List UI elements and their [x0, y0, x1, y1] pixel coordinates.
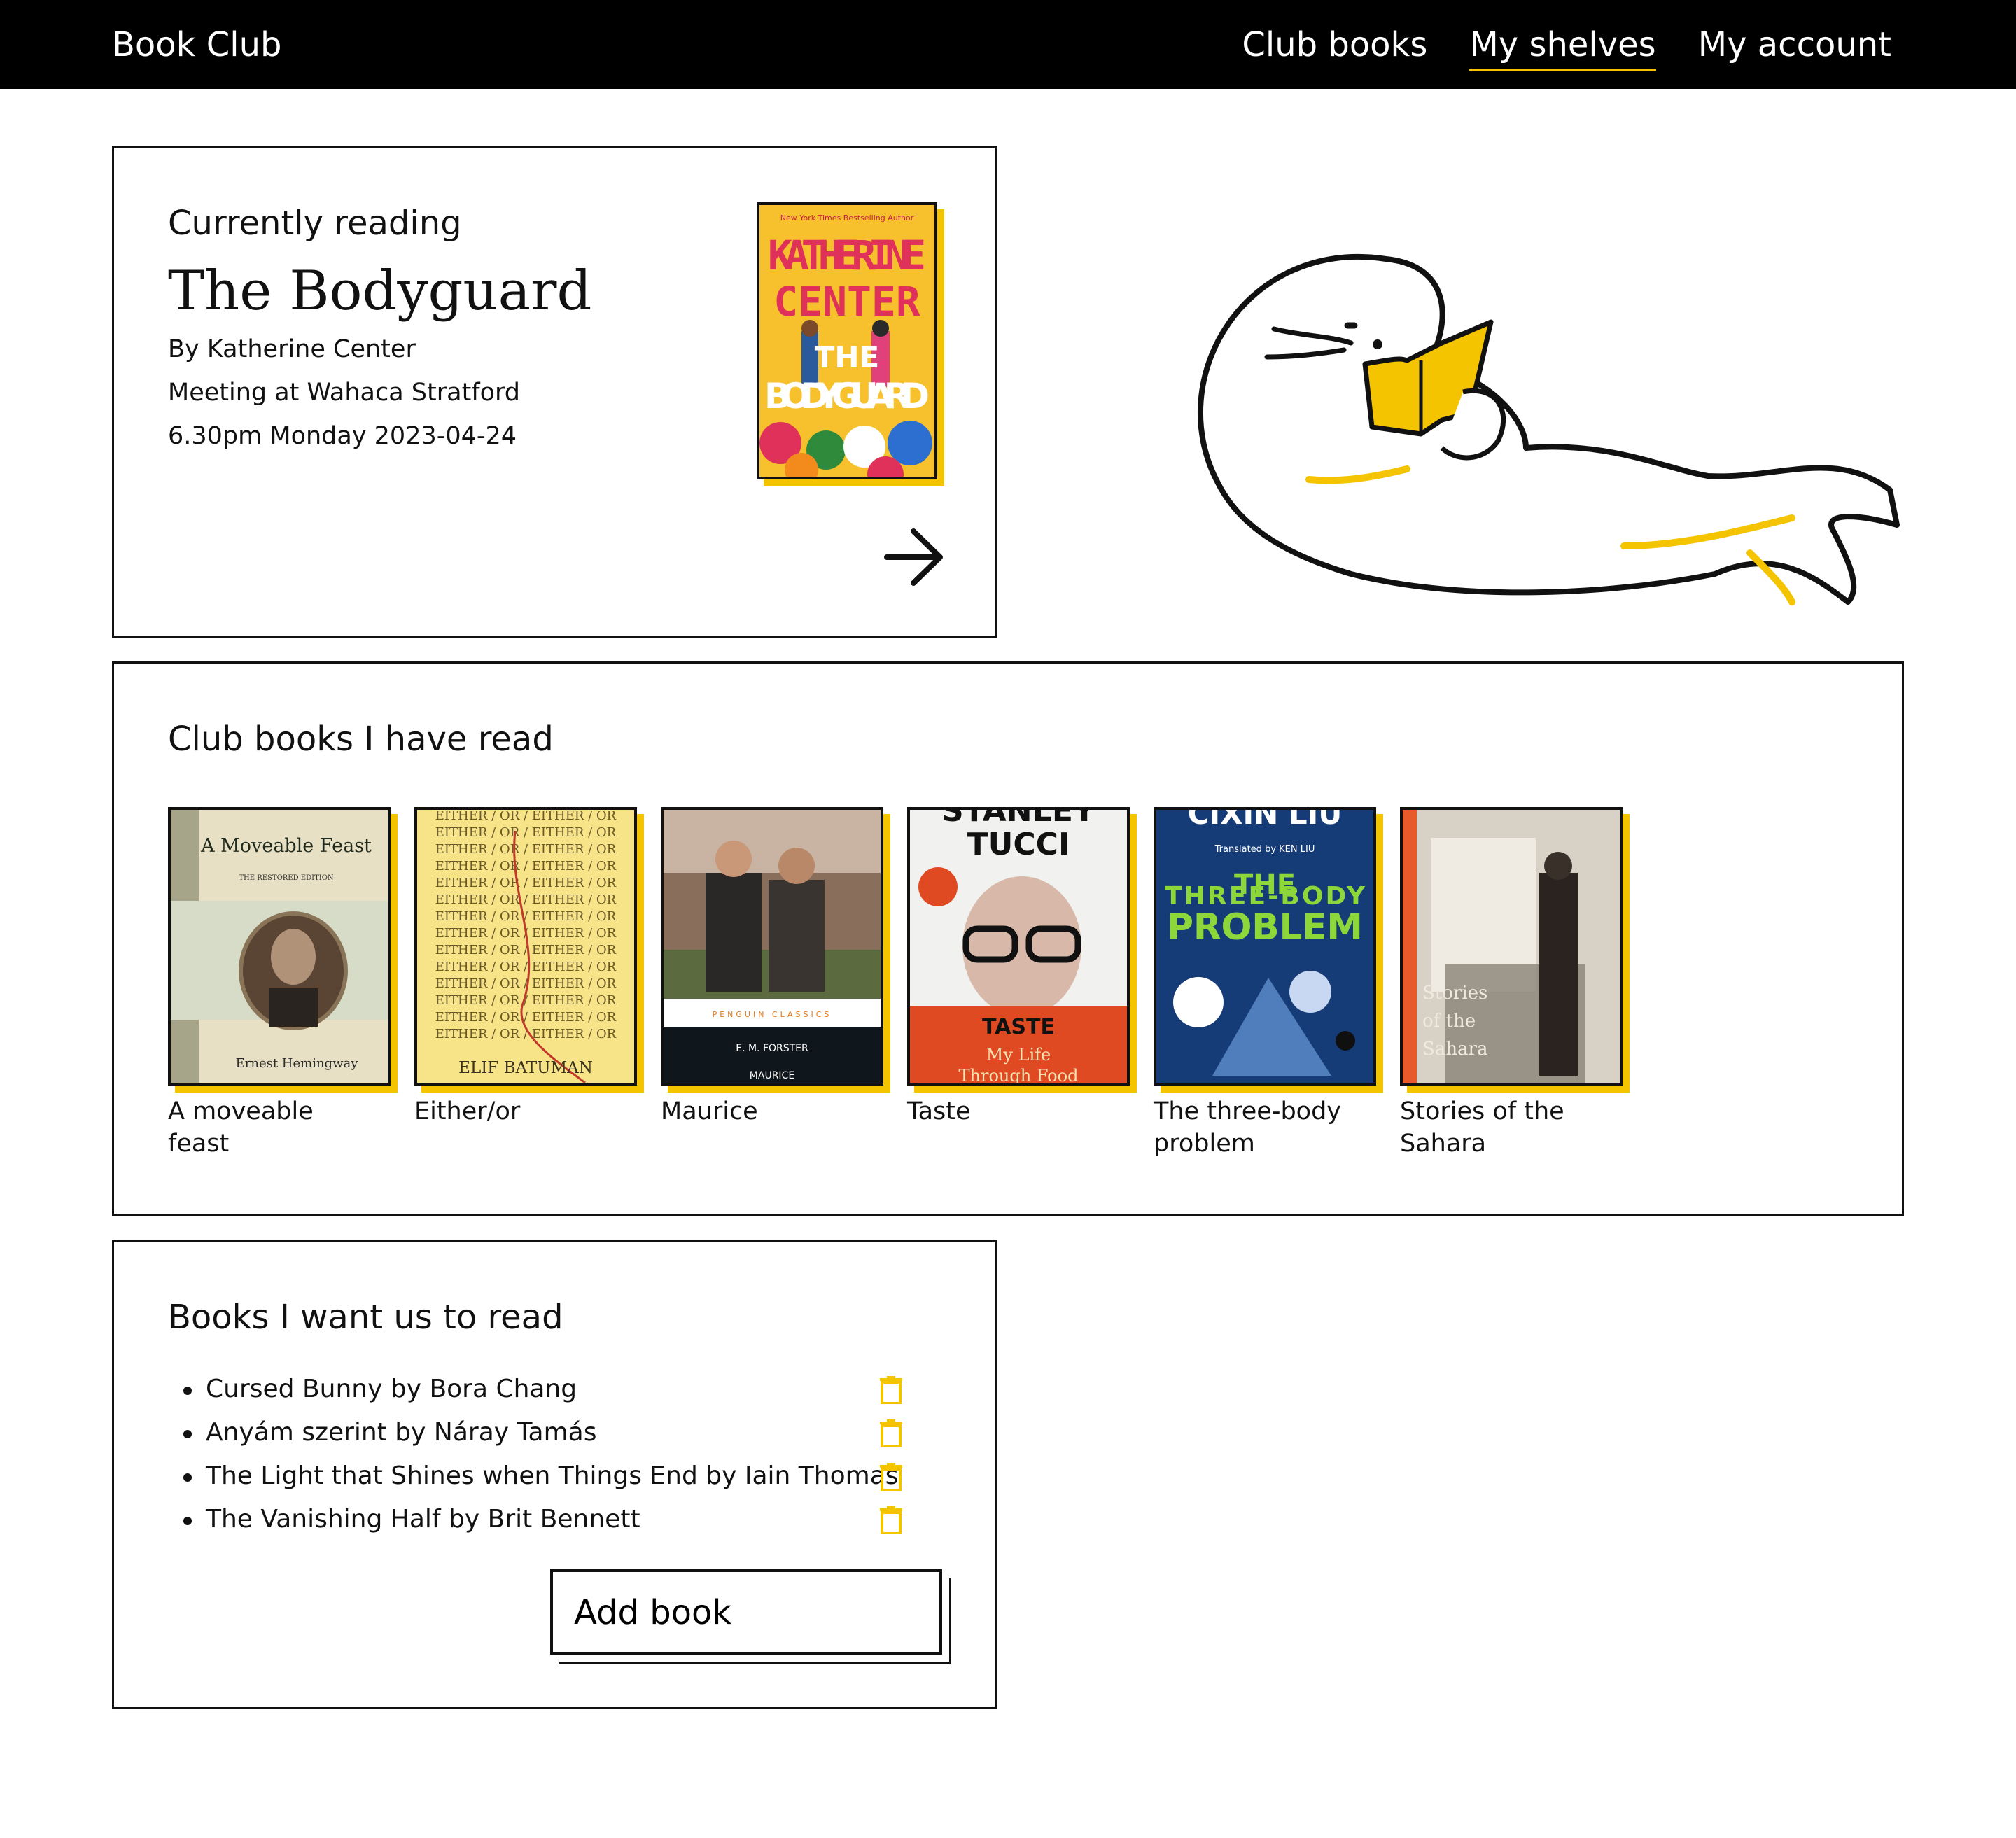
- svg-text:EITHER / OR / EITHER / OR: EITHER / OR / EITHER / OR: [435, 909, 617, 924]
- book-cover-three-body-problem: CIXIN LIU Translated by KEN LIU THE x x …: [1154, 807, 1376, 1086]
- svg-text:KATHERINE: KATHERINE: [768, 232, 926, 279]
- book-caption: Stories of the Sahara: [1400, 1097, 1564, 1158]
- nav-my-shelves[interactable]: My shelves: [1469, 22, 1657, 71]
- book-item[interactable]: Stories of the Sahara Stories of the Sah…: [1400, 807, 1623, 1160]
- svg-text:EITHER / OR / EITHER / OR: EITHER / OR / EITHER / OR: [435, 960, 617, 974]
- svg-text:Stories: Stories: [1422, 983, 1488, 1004]
- svg-text:E. M. FORSTER: E. M. FORSTER: [736, 1043, 808, 1054]
- wishlist-item: Anyám szerint by Náray Tamás: [168, 1411, 952, 1454]
- svg-text:Through Food: Through Food: [959, 1066, 1079, 1083]
- wishlist-item: The Light that Shines when Things End by…: [168, 1454, 952, 1498]
- main-nav: Club books My shelves My account: [1242, 22, 1891, 71]
- svg-text:EITHER / OR / EITHER / OR: EITHER / OR / EITHER / OR: [435, 842, 617, 857]
- svg-text:STANLEY: STANLEY: [941, 810, 1096, 829]
- book-cover-maurice: PENGUIN CLASSICS E. M. FORSTER MAURICE: [661, 807, 883, 1086]
- svg-text:Ernest Hemingway: Ernest Hemingway: [236, 1056, 359, 1071]
- read-books-card: Club books I have read A Moveable Feast …: [112, 661, 1904, 1216]
- book-item[interactable]: CIXIN LIU Translated by KEN LIU THE x x …: [1154, 807, 1376, 1160]
- book-cover-taste: STANLEY TUCCI TASTE My Life Through Food: [907, 807, 1130, 1086]
- currently-reading-heading: Currently reading: [168, 204, 462, 243]
- svg-text:EITHER / OR / EITHER / OR: EITHER / OR / EITHER / OR: [435, 943, 617, 957]
- book-cover-moveable-feast: A Moveable Feast THE RESTORED EDITION Er…: [168, 807, 391, 1086]
- wishlist-heading: Books I want us to read: [168, 1298, 564, 1337]
- svg-text:BODYGUARD: BODYGUARD: [764, 376, 930, 416]
- svg-text:A Moveable Feast: A Moveable Feast: [200, 835, 372, 857]
- seal-reading-illustration: [1198, 254, 1900, 605]
- svg-text:PROBLEM: PROBLEM: [1167, 906, 1363, 948]
- trash-icon[interactable]: [879, 1463, 903, 1491]
- svg-text:EITHER / OR / EITHER / OR: EITHER / OR / EITHER / OR: [435, 825, 617, 840]
- trash-icon[interactable]: [879, 1376, 903, 1404]
- svg-text:TASTE: TASTE: [982, 1015, 1055, 1039]
- wishlist-item-text: Cursed Bunny by Bora Chang: [206, 1375, 578, 1403]
- svg-text:EITHER / OR / EITHER / OR: EITHER / OR / EITHER / OR: [435, 876, 617, 890]
- svg-text:ELIF BATUMAN: ELIF BATUMAN: [458, 1059, 593, 1077]
- book-cover-either-or: EITHER / OR / EITHER / OR EITHER / OR / …: [414, 807, 637, 1086]
- svg-text:My Life: My Life: [986, 1045, 1051, 1065]
- meeting-time: 6.30pm Monday 2023-04-24: [168, 422, 517, 450]
- svg-text:THE: THE: [815, 340, 880, 374]
- svg-text:EITHER / OR / EITHER / OR: EITHER / OR / EITHER / OR: [435, 892, 617, 907]
- book-caption: Taste: [907, 1097, 971, 1125]
- svg-text:CIXIN LIU: CIXIN LIU: [1188, 810, 1343, 831]
- svg-text:TUCCI: TUCCI: [967, 827, 1070, 862]
- svg-text:PENGUIN CLASSICS: PENGUIN CLASSICS: [713, 1010, 832, 1019]
- wishlist: Cursed Bunny by Bora Chang Anyám szerint…: [168, 1368, 952, 1541]
- brand-logo-text[interactable]: Book Club: [112, 22, 281, 67]
- read-books-list: A Moveable Feast THE RESTORED EDITION Er…: [168, 807, 1623, 1160]
- book-item[interactable]: PENGUIN CLASSICS E. M. FORSTER MAURICE M…: [661, 807, 883, 1160]
- book-caption: A moveable feast: [168, 1097, 314, 1158]
- current-book-title: The Bodyguard: [168, 260, 592, 323]
- book-item[interactable]: EITHER / OR / EITHER / OR EITHER / OR / …: [414, 807, 637, 1160]
- book-caption: Maurice: [661, 1097, 758, 1125]
- add-book-button[interactable]: Add book: [550, 1569, 942, 1655]
- meeting-location: Meeting at Wahaca Stratford: [168, 379, 521, 407]
- trash-icon[interactable]: [879, 1506, 903, 1534]
- wishlist-item: The Vanishing Half by Brit Bennett: [168, 1498, 952, 1541]
- book-caption: Either/or: [414, 1097, 521, 1125]
- current-book-cover[interactable]: New York Times Bestselling Author KATHER…: [757, 202, 937, 479]
- wishlist-item: Cursed Bunny by Bora Chang: [168, 1368, 952, 1411]
- current-book-author: By Katherine Center: [168, 335, 416, 363]
- wishlist-item-text: The Vanishing Half by Brit Bennett: [206, 1505, 640, 1534]
- book-cover-stories-of-the-sahara: Stories of the Sahara: [1400, 807, 1623, 1086]
- wishlist-item-text: Anyám szerint by Náray Tamás: [206, 1418, 597, 1447]
- arrow-right-icon[interactable]: [883, 526, 946, 589]
- trash-icon[interactable]: [879, 1419, 903, 1447]
- top-nav-bar: Book Club Club books My shelves My accou…: [0, 0, 2016, 89]
- nav-club-books[interactable]: Club books: [1242, 22, 1427, 67]
- svg-text:CENTER: CENTER: [774, 278, 920, 325]
- svg-text:EITHER / OR / EITHER / OR: EITHER / OR / EITHER / OR: [435, 810, 617, 823]
- svg-text:EITHER / OR / EITHER / OR: EITHER / OR / EITHER / OR: [435, 859, 617, 874]
- svg-text:THE RESTORED EDITION: THE RESTORED EDITION: [239, 874, 334, 882]
- svg-text:Sahara: Sahara: [1422, 1039, 1488, 1060]
- svg-text:Translated by KEN LIU: Translated by KEN LIU: [1214, 844, 1315, 855]
- book-caption: The three-body problem: [1154, 1097, 1342, 1158]
- svg-text:EITHER / OR / EITHER / OR: EITHER / OR / EITHER / OR: [435, 1010, 617, 1025]
- svg-text:MAURICE: MAURICE: [750, 1070, 794, 1081]
- svg-text:of the: of the: [1422, 1011, 1476, 1032]
- cover-tagline: New York Times Bestselling Author: [780, 213, 914, 223]
- nav-my-account[interactable]: My account: [1698, 22, 1891, 67]
- wishlist-card: Books I want us to read Cursed Bunny by …: [112, 1240, 997, 1709]
- read-books-heading: Club books I have read: [168, 720, 554, 759]
- book-item[interactable]: STANLEY TUCCI TASTE My Life Through Food…: [907, 807, 1130, 1160]
- book-item[interactable]: A Moveable Feast THE RESTORED EDITION Er…: [168, 807, 391, 1160]
- currently-reading-card[interactable]: Currently reading The Bodyguard By Kathe…: [112, 146, 997, 638]
- wishlist-item-text: The Light that Shines when Things End by…: [206, 1461, 899, 1490]
